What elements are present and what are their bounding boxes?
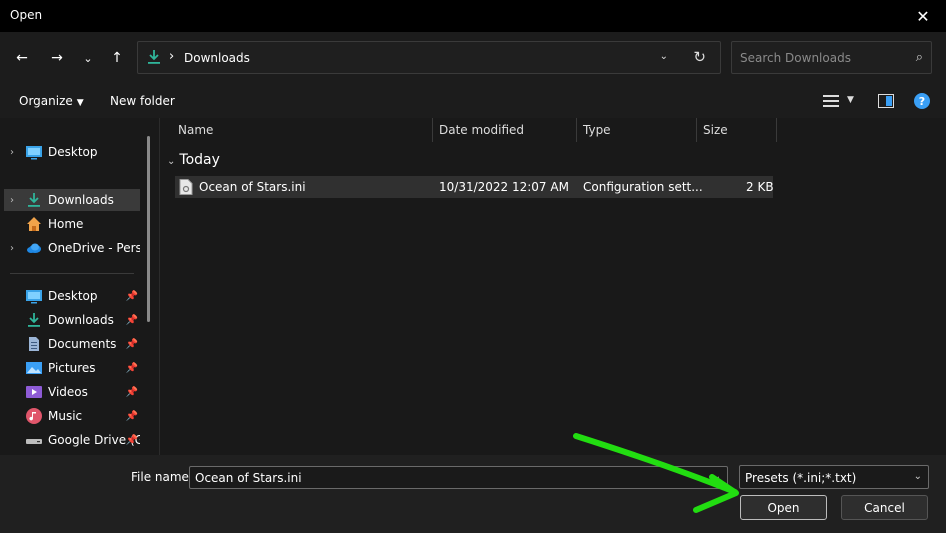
search-icon: ⌕	[915, 50, 923, 65]
refresh-icon[interactable]: ↻	[693, 48, 706, 66]
sidebar-scrollbar[interactable]	[147, 136, 150, 322]
forward-button[interactable]: →	[45, 46, 69, 70]
settings-file-icon	[179, 179, 193, 195]
sidebar-pinned-downloads[interactable]: Downloads 📌	[4, 309, 140, 331]
command-bar: Organize ▼ New folder ▼ ?	[0, 84, 946, 118]
sidebar-pinned-pictures[interactable]: Pictures 📌	[4, 357, 140, 379]
close-button[interactable]: ✕	[900, 0, 946, 32]
download-icon	[28, 313, 40, 327]
sidebar-item-label: Downloads	[48, 193, 114, 207]
up-arrow-icon: ↑	[111, 50, 123, 66]
chevron-down-icon: ⌄	[167, 156, 176, 167]
drive-icon	[26, 439, 42, 444]
pin-icon: 📌	[125, 314, 138, 326]
file-size: 2 KB	[746, 180, 774, 194]
file-name-combobox[interactable]: ⌄	[189, 466, 728, 489]
preview-pane-icon[interactable]	[878, 94, 894, 108]
back-arrow-icon: ←	[16, 50, 28, 66]
search-box[interactable]: ⌕	[731, 41, 932, 74]
cloud-icon	[27, 243, 41, 253]
sidebar-divider	[10, 273, 134, 274]
sidebar-item-label: Home	[48, 217, 84, 231]
file-list: Name Date modified Type Size ⌄ Today Ocea…	[161, 118, 946, 455]
sidebar-item-downloads[interactable]: › Downloads	[4, 189, 140, 211]
sidebar-pinned-videos[interactable]: Videos 📌	[4, 381, 140, 403]
navigation-bar: ← → ⌄ ↑ › Downloads ⌄ ↻ ⌕	[0, 32, 946, 84]
picture-icon	[26, 362, 42, 374]
organize-label: Organize	[19, 94, 73, 108]
up-button[interactable]: ↑	[105, 46, 129, 70]
file-type-filter-value: Presets (*.ini;*.txt)	[745, 471, 857, 485]
download-icon	[148, 50, 160, 64]
expand-chevron-icon[interactable]: ›	[10, 243, 14, 254]
file-name-input[interactable]	[190, 467, 700, 488]
pin-icon: 📌	[125, 362, 138, 374]
desktop-icon	[26, 290, 42, 304]
home-icon	[27, 217, 41, 231]
video-icon	[26, 386, 42, 398]
sidebar-item-onedrive[interactable]: › OneDrive - Personal	[4, 237, 140, 259]
sidebar-pinned-desktop[interactable]: Desktop 📌	[4, 285, 140, 307]
chevron-down-icon: ⌄	[83, 51, 93, 65]
address-dropdown-icon[interactable]: ⌄	[660, 51, 668, 62]
pin-icon: 📌	[125, 290, 138, 302]
back-button[interactable]: ←	[10, 46, 34, 70]
sidebar-item-home[interactable]: Home	[4, 213, 140, 235]
table-row[interactable]: Ocean of Stars.ini 10/31/2022 12:07 AM C…	[175, 176, 774, 198]
file-name: Ocean of Stars.ini	[199, 180, 306, 194]
download-icon	[28, 193, 40, 207]
forward-arrow-icon: →	[51, 50, 63, 66]
column-separator[interactable]	[576, 118, 577, 142]
window-title: Open	[10, 8, 43, 22]
column-separator[interactable]	[696, 118, 697, 142]
breadcrumb-downloads[interactable]: Downloads	[184, 51, 250, 65]
cancel-button[interactable]: Cancel	[841, 495, 928, 520]
list-view-icon[interactable]	[823, 94, 839, 108]
column-header-name[interactable]: Name	[178, 118, 213, 142]
chevron-down-icon: ⌄	[913, 471, 922, 482]
sidebar-item-label: Desktop	[48, 145, 98, 159]
search-input[interactable]	[732, 42, 902, 73]
pin-icon: 📌	[125, 410, 138, 422]
caret-down-icon: ▼	[76, 98, 84, 108]
column-separator[interactable]	[432, 118, 433, 142]
document-icon	[29, 337, 39, 351]
sidebar-pinned-music[interactable]: Music 📌	[4, 405, 140, 427]
svg-text:?: ?	[919, 95, 925, 108]
title-bar: Open ✕	[0, 0, 946, 32]
sidebar-pinned-documents[interactable]: Documents 📌	[4, 333, 140, 355]
view-options-caret-icon[interactable]: ▼	[847, 95, 854, 105]
chevron-down-icon[interactable]: ⌄	[713, 471, 721, 482]
music-icon	[26, 408, 42, 424]
desktop-icon	[26, 146, 42, 160]
navigation-pane: › Desktop › Downloads Home › OneDrive - …	[0, 118, 160, 455]
group-header-today[interactable]: ⌄ Today	[167, 152, 220, 168]
pin-icon: 📌	[125, 386, 138, 398]
close-icon: ✕	[916, 6, 930, 26]
file-name-label: File name:	[131, 470, 193, 484]
pin-icon: 📌	[125, 338, 138, 350]
file-type: Configuration sett...	[583, 180, 703, 194]
group-label: Today	[179, 152, 220, 168]
column-header-date-modified[interactable]: Date modified	[439, 118, 524, 142]
dialog-footer: File name: ⌄ Presets (*.ini;*.txt) ⌄ Ope…	[0, 455, 946, 533]
new-folder-button[interactable]: New folder	[110, 94, 175, 108]
organize-button[interactable]: Organize ▼	[19, 94, 84, 108]
column-header-type[interactable]: Type	[583, 118, 611, 142]
recent-locations-button[interactable]: ⌄	[76, 46, 100, 70]
pin-icon: 📌	[125, 434, 138, 446]
expand-chevron-icon[interactable]: ›	[10, 147, 14, 158]
file-type-filter[interactable]: Presets (*.ini;*.txt) ⌄	[739, 465, 929, 489]
breadcrumb-separator: ›	[169, 49, 175, 64]
expand-chevron-icon[interactable]: ›	[10, 195, 14, 206]
sidebar-item-desktop[interactable]: › Desktop	[4, 141, 140, 163]
column-separator[interactable]	[776, 118, 777, 142]
address-bar[interactable]: › Downloads ⌄ ↻	[137, 41, 721, 74]
sidebar-pinned-google-drive[interactable]: Google Drive (G:) 📌	[4, 429, 140, 451]
sidebar-item-label: OneDrive - Personal	[48, 241, 140, 255]
column-header-size[interactable]: Size	[703, 118, 728, 142]
help-icon[interactable]: ?	[914, 93, 930, 109]
file-date-modified: 10/31/2022 12:07 AM	[439, 180, 569, 194]
open-button[interactable]: Open	[740, 495, 827, 520]
